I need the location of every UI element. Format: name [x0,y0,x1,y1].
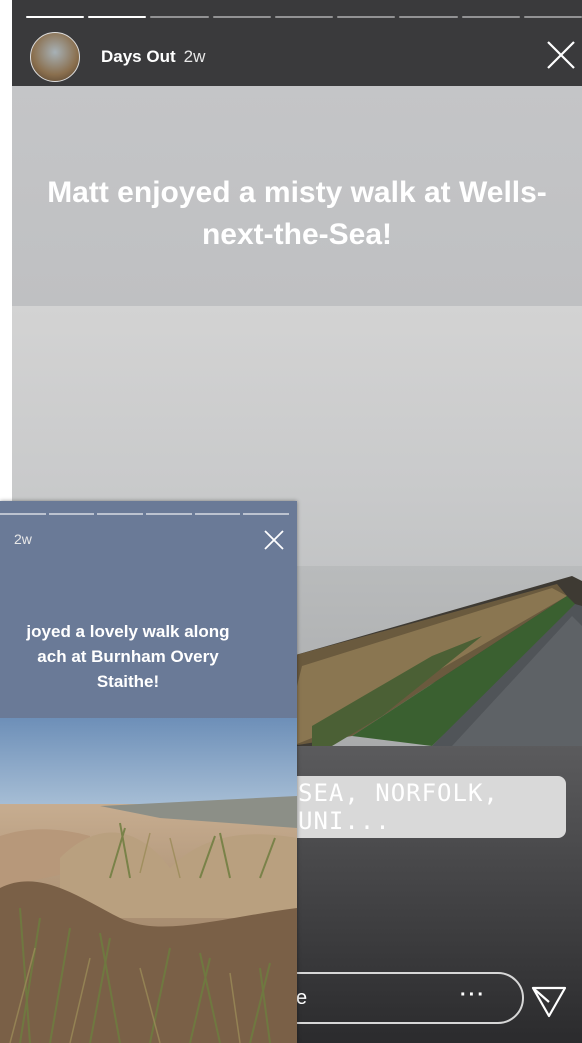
close-icon[interactable] [544,38,578,72]
story-header: Days Out 2w [30,32,582,82]
reply-input[interactable]: e ··· [262,972,524,1024]
progress-segment [0,513,46,515]
overlay-story-title: joyed a lovely walk along ach at Burnham… [0,619,278,694]
reply-placeholder: e [296,986,308,1009]
progress-segment [26,16,85,18]
story-title: Matt enjoyed a misty walk at Wells-next-… [47,176,547,251]
progress-segment [146,513,192,515]
overlay-header: t 2w [0,525,297,555]
story-timestamp: 2w [183,47,206,66]
progress-segment [274,16,334,18]
overlay-progress-bar [0,513,290,515]
send-icon[interactable] [529,980,569,1020]
progress-segment [461,16,520,18]
progress-segment [150,16,209,18]
progress-segment [48,513,95,515]
overlay-title-line: Staithe! [96,672,160,691]
story-username[interactable]: Days Out [101,47,176,67]
story-title-band: Matt enjoyed a misty walk at Wells-next-… [12,86,582,306]
overlay-title-line: ach at Burnham Overy [37,647,219,666]
overlay-title-line: joyed a lovely walk along [26,622,230,641]
overlay-timestamp: 2w [14,531,32,547]
progress-segment [399,16,458,18]
progress-segment [523,16,582,18]
dunes-beach-image [0,718,297,1043]
progress-segment [212,16,271,18]
more-options-icon[interactable]: ··· [460,984,486,1007]
progress-segment [337,16,396,18]
story-viewer-overlay[interactable]: t 2w joyed a lovely walk along ach at Bu… [0,501,297,1043]
close-icon[interactable] [263,529,285,551]
progress-segment [194,513,241,515]
progress-segment [97,513,144,515]
progress-segment [88,16,147,18]
story-progress-bar [26,16,582,19]
location-sticker[interactable]: SEA, NORFOLK, UNI... [288,776,566,838]
profile-avatar[interactable] [30,32,80,82]
progress-segment [243,513,290,515]
